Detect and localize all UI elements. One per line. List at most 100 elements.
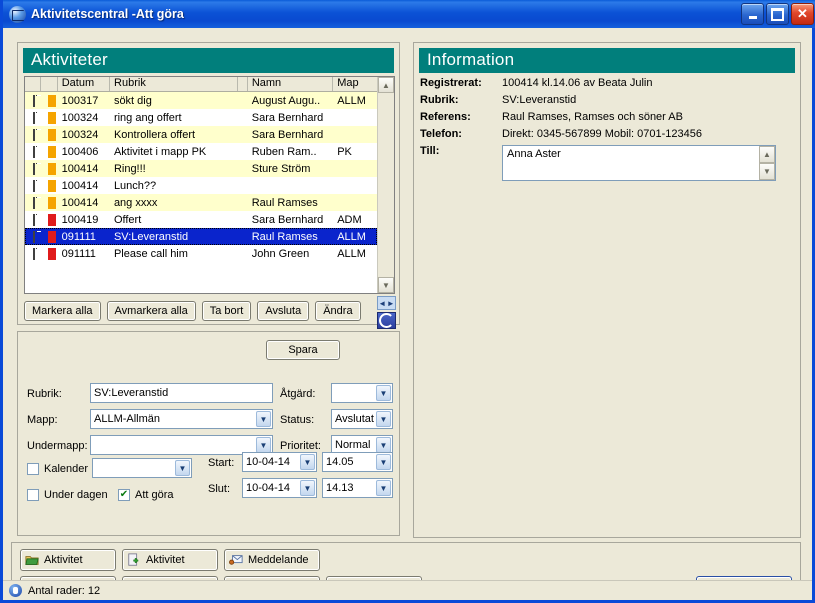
- application-window: Aktivitetscentral -Att göra ✕ Aktivitete…: [0, 0, 815, 603]
- chevron-down-icon[interactable]: ▼: [376, 454, 391, 470]
- minimize-button[interactable]: [741, 3, 764, 25]
- table-row[interactable]: 100419 Offert Sara Bernhard ADM: [25, 211, 377, 228]
- row-note-cell[interactable]: [25, 162, 41, 175]
- mapp-select[interactable]: ALLM-Allmän ▼: [90, 409, 273, 429]
- under-dagen-checkbox[interactable]: [27, 489, 39, 501]
- row-flag-cell: [41, 94, 57, 107]
- mapp-value: ALLM-Allmän: [94, 413, 161, 425]
- col-header-spacer[interactable]: [238, 77, 248, 91]
- cell-namn: Sara Bernhard: [251, 213, 324, 226]
- row-note-cell[interactable]: [25, 145, 41, 158]
- cell-rubrik: Aktivitet i mapp PK: [113, 145, 207, 158]
- label-status: Status:: [280, 414, 315, 426]
- chevron-down-icon[interactable]: ▼: [376, 437, 391, 453]
- row-note-cell[interactable]: [25, 179, 41, 192]
- chevron-down-icon[interactable]: ▼: [175, 460, 190, 476]
- maximize-button[interactable]: [766, 3, 789, 25]
- refresh-icon[interactable]: [377, 312, 396, 329]
- chevron-down-icon[interactable]: ▼: [256, 437, 271, 453]
- row-note-cell[interactable]: [25, 111, 41, 124]
- label-start: Start:: [208, 457, 235, 469]
- client-area: Aktiviteter Datum Rubrik Namn Map 100317…: [3, 28, 812, 600]
- chevron-down-icon[interactable]: ▼: [300, 480, 315, 496]
- finish-button[interactable]: Avsluta: [257, 301, 310, 321]
- status-bar: Antal rader: 12: [3, 580, 812, 600]
- scroll-up-icon[interactable]: ▲: [759, 146, 775, 163]
- form-save-button[interactable]: Spara: [266, 340, 340, 360]
- col-header-rubrik[interactable]: Rubrik: [110, 77, 239, 91]
- new-message-button[interactable]: Meddelande: [224, 549, 320, 571]
- chevron-down-icon[interactable]: ▼: [376, 411, 391, 427]
- col-header-map[interactable]: Map: [333, 77, 377, 91]
- till-scrollbar[interactable]: ▲ ▼: [759, 146, 775, 180]
- flag-orange-icon: [48, 145, 57, 158]
- slut-date-value: 10-04-14: [246, 482, 291, 494]
- att-gora-checkbox-group[interactable]: ✔ Att göra: [118, 489, 174, 501]
- delete-button[interactable]: Ta bort: [201, 301, 252, 321]
- label-slut: Slut:: [208, 483, 231, 495]
- chevron-down-icon[interactable]: ▼: [376, 385, 391, 401]
- new-activity-folder-button[interactable]: Aktivitet: [20, 549, 116, 571]
- new-activity-button[interactable]: Aktivitet: [122, 549, 218, 571]
- cell-map: PK: [337, 145, 352, 158]
- under-dagen-label: Under dagen: [44, 489, 108, 501]
- row-note-cell[interactable]: [25, 213, 41, 226]
- col-header-note[interactable]: [25, 77, 42, 91]
- kalender-select[interactable]: ▼: [92, 458, 192, 478]
- cell-datum: 100406: [61, 145, 99, 158]
- start-date-select[interactable]: 10-04-14 ▼: [242, 452, 317, 472]
- col-header-datum[interactable]: Datum: [58, 77, 111, 91]
- table-row[interactable]: 100406 Aktivitet i mapp PK Ruben Ram.. PK: [25, 143, 377, 160]
- scroll-down-icon[interactable]: ▼: [378, 277, 394, 293]
- chevron-down-icon[interactable]: ▼: [300, 454, 315, 470]
- label-undermapp: Undermapp:: [27, 440, 88, 452]
- horizontal-scroll-arrows[interactable]: ◄ ►: [377, 296, 396, 310]
- start-time-select[interactable]: 14.05 ▼: [322, 452, 393, 472]
- open-folder-icon: [25, 556, 39, 565]
- label-atgard: Åtgärd:: [280, 388, 316, 400]
- select-all-button[interactable]: Markera alla: [24, 301, 101, 321]
- table-row[interactable]: 091111 Please call him John Green ALLM: [25, 245, 377, 262]
- table-row[interactable]: 100414 ang xxxx Raul Ramses: [25, 194, 377, 211]
- row-note-cell[interactable]: [25, 230, 41, 243]
- table-row[interactable]: 100324 Kontrollera offert Sara Bernhard: [25, 126, 377, 143]
- note-icon: [33, 128, 35, 141]
- att-gora-checkbox[interactable]: ✔: [118, 489, 130, 501]
- window-controls: ✕: [741, 3, 815, 25]
- scroll-up-icon[interactable]: ▲: [378, 77, 394, 93]
- close-button[interactable]: ✕: [791, 3, 814, 25]
- activities-vertical-scrollbar[interactable]: ▲ ▼: [377, 77, 394, 293]
- table-row[interactable]: 100414 Ring!!! Sture Ström: [25, 160, 377, 177]
- row-note-cell[interactable]: [25, 196, 41, 209]
- rubrik-input[interactable]: SV:Leveranstid: [90, 383, 273, 403]
- row-note-cell[interactable]: [25, 247, 41, 260]
- kalender-checkbox[interactable]: [27, 463, 39, 475]
- info-value-rubrik: SV:Leveranstid: [502, 94, 577, 106]
- activities-list-body[interactable]: Datum Rubrik Namn Map 100317 sökt dig Augu…: [25, 77, 377, 293]
- table-row[interactable]: 091111 SV:Leveranstid Raul Ramses ALLM: [25, 228, 377, 245]
- row-note-cell[interactable]: [25, 94, 41, 107]
- row-note-cell[interactable]: [25, 128, 41, 141]
- till-textarea[interactable]: Anna Aster ▲ ▼: [502, 145, 776, 181]
- slut-time-select[interactable]: 14.13 ▼: [322, 478, 393, 498]
- status-select[interactable]: Avslutat ▼: [331, 409, 393, 429]
- edit-button[interactable]: Ändra: [315, 301, 361, 321]
- cell-map: ADM: [337, 213, 362, 226]
- col-header-namn[interactable]: Namn: [248, 77, 334, 91]
- atgard-select[interactable]: ▼: [331, 383, 393, 403]
- scroll-down-icon[interactable]: ▼: [759, 163, 775, 180]
- deselect-all-button[interactable]: Avmarkera alla: [106, 301, 196, 321]
- slut-date-select[interactable]: 10-04-14 ▼: [242, 478, 317, 498]
- table-row[interactable]: 100317 sökt dig August Augu.. ALLM: [25, 92, 377, 109]
- flag-red-icon: [48, 213, 57, 226]
- activities-list[interactable]: Datum Rubrik Namn Map 100317 sökt dig Augu…: [24, 76, 395, 294]
- info-row-registrerat: Registrerat: 100414 kl.14.06 av Beata Ju…: [420, 77, 800, 89]
- new-activity-label: Aktivitet: [146, 554, 185, 566]
- col-header-flag[interactable]: [41, 77, 58, 91]
- under-dagen-checkbox-group[interactable]: Under dagen: [27, 489, 108, 501]
- table-row[interactable]: 100414 Lunch??: [25, 177, 377, 194]
- kalender-checkbox-group[interactable]: Kalender: [27, 463, 88, 475]
- chevron-down-icon[interactable]: ▼: [256, 411, 271, 427]
- table-row[interactable]: 100324 ring ang offert Sara Bernhard: [25, 109, 377, 126]
- chevron-down-icon[interactable]: ▼: [376, 480, 391, 496]
